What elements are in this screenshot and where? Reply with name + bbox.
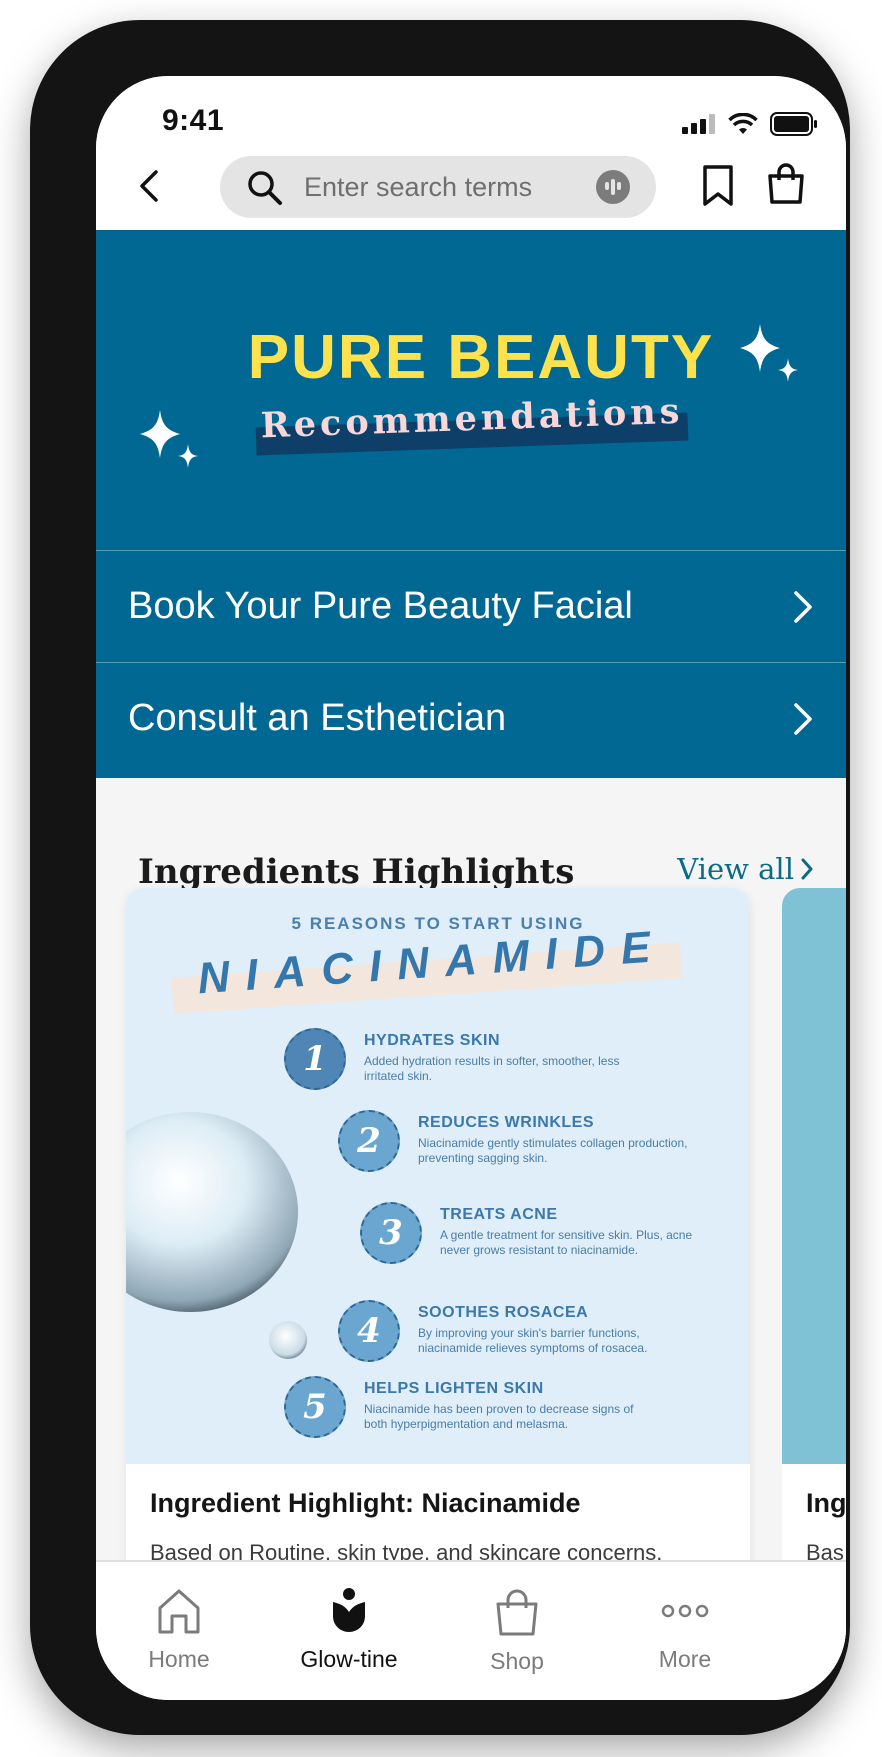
reason-number-badge: 5 [281, 1373, 349, 1441]
home-icon [158, 1589, 200, 1634]
status-icons [682, 112, 818, 136]
status-time: 9:41 [162, 104, 225, 137]
reason-title: SOOTHES ROSACEA [418, 1304, 589, 1321]
ingredient-card[interactable]: 5 REASONS TO START USING NIACINAMIDE 1 H… [126, 888, 750, 1648]
search-bar[interactable] [220, 156, 656, 218]
card-title: Ingredient Highlight: Niacinamide [150, 1488, 581, 1518]
reason-text: Niacinamide gently stimulates collagen p… [418, 1136, 688, 1165]
reason-text: Added hydration results in softer, smoot… [364, 1054, 620, 1083]
chevron-right-icon [794, 703, 812, 735]
reason-number-badge: 3 [357, 1199, 425, 1267]
nav-shop[interactable]: Shop [442, 1564, 592, 1684]
shopping-bag-icon[interactable] [766, 162, 806, 206]
nav-label: More [658, 1646, 712, 1672]
reason-title: HELPS LIGHTEN SKIN [364, 1380, 544, 1397]
consult-esthetician-row[interactable]: Consult an Esthetician [96, 662, 846, 774]
reason-text: Niacinamide has been proven to decrease … [364, 1402, 634, 1431]
bottom-nav: Home Glow-tine Shop More [96, 1560, 846, 1700]
hero-title: PURE BEAUTY [247, 323, 715, 392]
card-title: Ing [806, 1488, 846, 1518]
search-input[interactable] [304, 168, 574, 206]
nav-more[interactable]: More [610, 1562, 760, 1682]
highlights-header: Ingredients Highlights View all [96, 778, 846, 898]
chevron-right-icon [794, 591, 812, 623]
reason-title: REDUCES WRINKLES [418, 1114, 595, 1131]
section-title: Ingredients Highlights [138, 852, 575, 892]
row-label: Consult an Esthetician [128, 697, 507, 739]
action-list: Book Your Pure Beauty Facial Consult an … [96, 550, 846, 778]
app-screen: 9:41 Enter search terms PURE BEAUTY Reco… [96, 76, 846, 1700]
nav-label: Glow-tine [300, 1646, 398, 1672]
nav-glow-tine[interactable]: Glow-tine [274, 1562, 424, 1682]
more-dots-icon [661, 1604, 709, 1618]
sparkle-icon [140, 410, 198, 468]
reason-text: By improving your skin's barrier functio… [418, 1326, 648, 1355]
ingredient-card[interactable]: Ing Bas [782, 888, 846, 1648]
search-icon [248, 171, 282, 205]
reason-number-badge: 4 [335, 1297, 403, 1365]
book-facial-row[interactable]: Book Your Pure Beauty Facial [96, 550, 846, 662]
tulip-icon [333, 1588, 365, 1632]
phone-frame: 9:41 Enter search terms PURE BEAUTY Reco… [30, 20, 850, 1735]
status-bar: 9:41 [96, 76, 846, 146]
card-image [782, 888, 846, 1464]
wifi-icon [728, 113, 758, 134]
reason-title: TREATS ACNE [440, 1206, 558, 1223]
reason-number-badge: 2 [335, 1107, 403, 1175]
voice-search-icon[interactable] [596, 170, 630, 204]
hero-banner: PURE BEAUTY Recommendations [96, 230, 846, 550]
reason-number-badge: 1 [281, 1025, 349, 1093]
row-label: Book Your Pure Beauty Facial [128, 585, 633, 627]
reason-text: A gentle treatment for sensitive skin. P… [440, 1228, 693, 1257]
shopping-bag-icon [496, 1589, 538, 1636]
battery-icon [770, 112, 817, 136]
signal-icon [682, 114, 715, 134]
bookmark-icon[interactable] [700, 164, 736, 208]
card-infographic: 5 REASONS TO START USING NIACINAMIDE 1 H… [126, 888, 750, 1464]
app-header [96, 146, 846, 230]
nav-label: Home [148, 1646, 210, 1672]
nav-home[interactable]: Home [104, 1562, 254, 1682]
chevron-right-icon [801, 858, 813, 880]
nav-label: Shop [490, 1648, 544, 1674]
reason-title: HYDRATES SKIN [364, 1032, 500, 1049]
back-arrow-icon[interactable] [130, 166, 170, 206]
view-all-label: View all [677, 852, 794, 886]
serum-droplet-image [126, 1112, 307, 1359]
view-all-link[interactable]: View all [677, 852, 814, 886]
